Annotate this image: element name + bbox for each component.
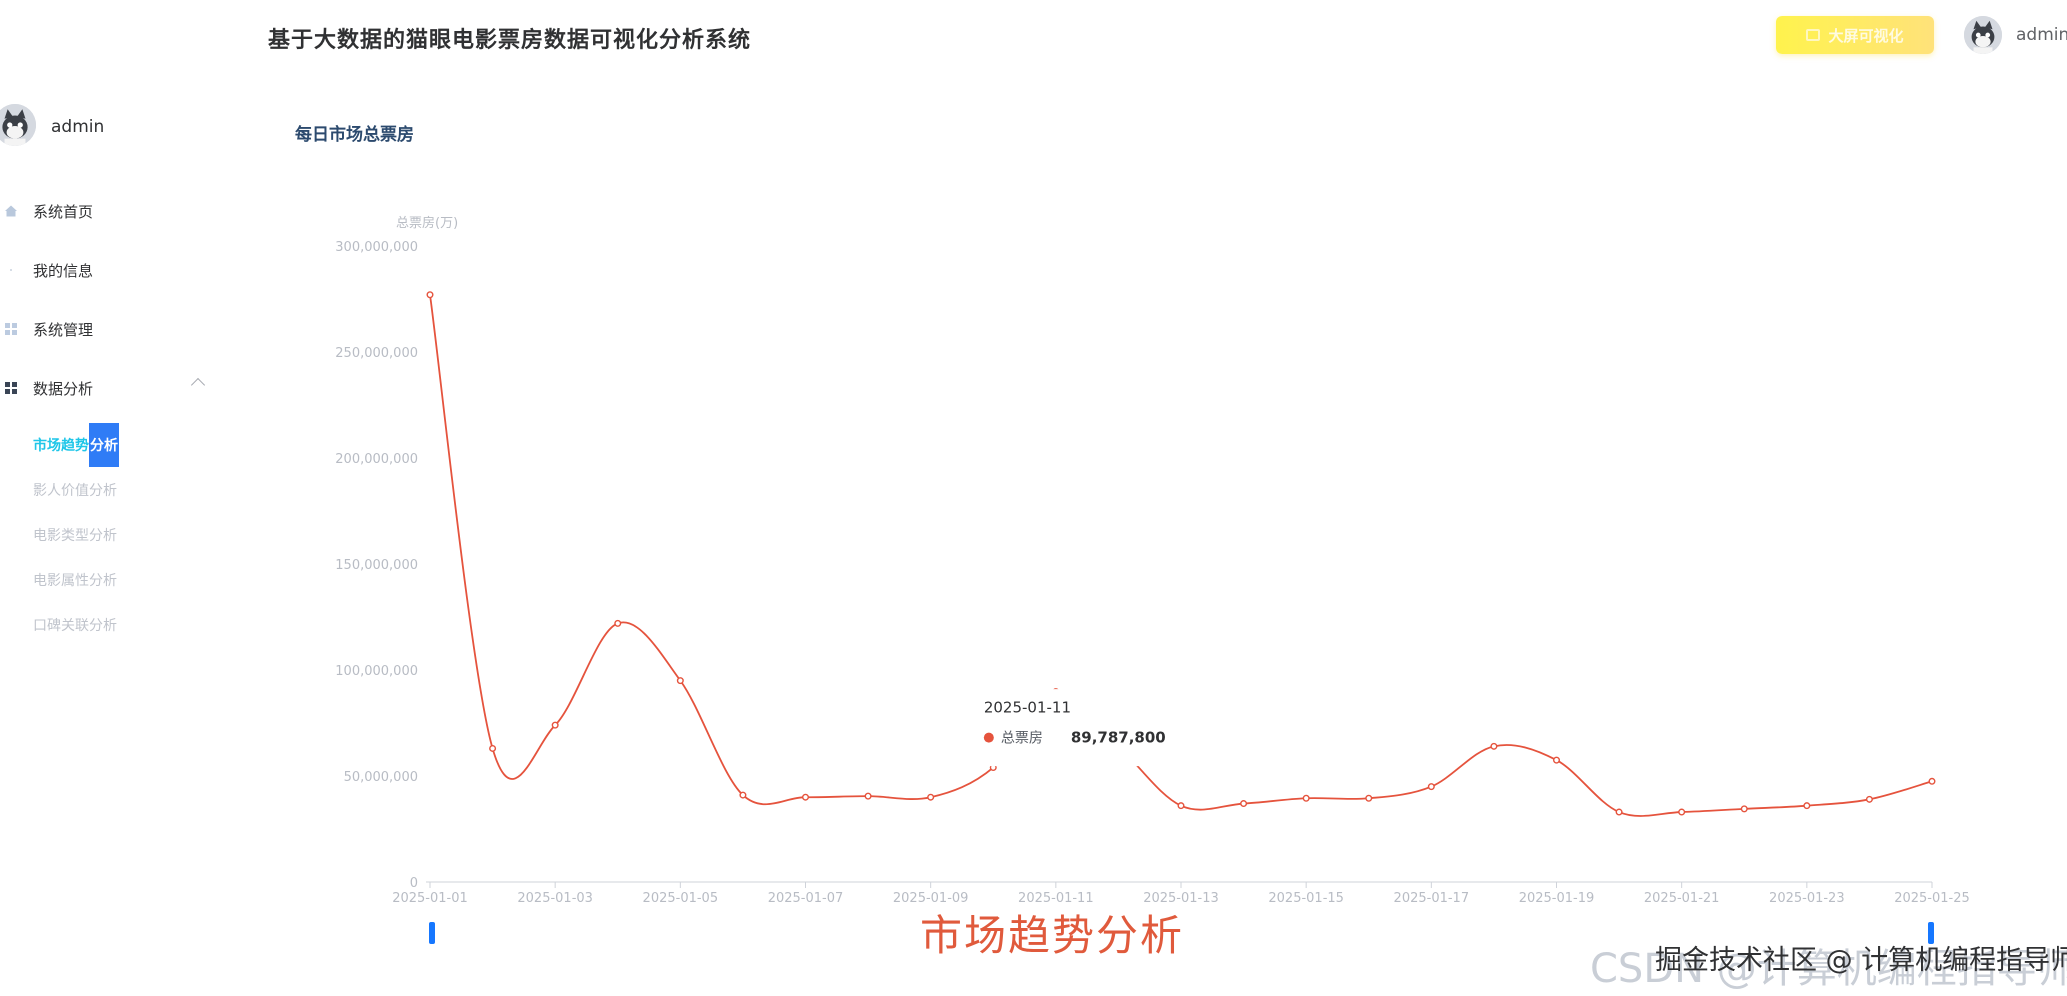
submenu-label: 电影属性分析 (33, 573, 117, 589)
sidebar: admin 系统首页 我的信息 系统管理 数据分析 市场趋势 分析 影人价值分析… (0, 72, 210, 996)
tooltip-value: 89,787,800 (1071, 729, 1166, 747)
bigscreen-button-label: 大屏可视化 (1828, 26, 1904, 45)
sidebar-item-my-info[interactable]: 我的信息 (0, 250, 210, 290)
sidebar-item-label: 我的信息 (33, 261, 94, 280)
submenu-item-genre[interactable]: 电影类型分析 (33, 523, 117, 547)
data-point (1928, 777, 1936, 785)
data-point (1740, 805, 1748, 813)
y-axis-title: 总票房(万) (396, 215, 458, 231)
data-point (551, 721, 559, 729)
data-point (1490, 742, 1498, 750)
section-title: 每日市场总票房 (295, 125, 414, 145)
sidebar-item-system-management[interactable]: 系统管理 (0, 309, 210, 349)
data-point (1302, 794, 1310, 802)
app-title: 基于大数据的猫眼电影票房数据可视化分析系统 (268, 28, 752, 53)
x-tick-label: 2025-01-25 (1894, 891, 1970, 906)
submenu-label: 电影类型分析 (33, 528, 117, 544)
data-point (1552, 756, 1560, 764)
x-tick-label: 2025-01-07 (768, 891, 844, 906)
x-tick-label: 2025-01-23 (1769, 891, 1845, 906)
overlay-caption: 市场趋势分析 (920, 911, 1185, 960)
submenu-item-attributes[interactable]: 电影属性分析 (33, 568, 117, 592)
tooltip-date: 2025-01-11 (984, 699, 1071, 717)
chevron-up-icon (190, 377, 206, 393)
y-tick-label: 0 (410, 876, 418, 891)
tooltip-series-name: 总票房 (1001, 731, 1043, 747)
submenu-item-talent-value[interactable]: 影人价值分析 (33, 478, 117, 502)
bigscreen-button[interactable]: 大屏可视化 (1776, 16, 1934, 54)
x-tick-label: 2025-01-15 (1268, 891, 1344, 906)
user-icon (4, 263, 18, 277)
data-point (1365, 794, 1373, 802)
sidebar-item-data-analysis[interactable]: 数据分析 (0, 368, 210, 408)
tooltip-marker (983, 732, 994, 743)
data-point (1678, 808, 1686, 816)
submenu-label-part2: 分析 (89, 423, 119, 467)
data-point (1803, 802, 1811, 810)
data-point (1240, 800, 1248, 808)
grid-icon (4, 322, 18, 336)
sidebar-username: admin (51, 117, 105, 137)
x-tick-label: 2025-01-05 (643, 891, 719, 906)
sidebar-item-home[interactable]: 系统首页 (0, 191, 210, 231)
y-tick-label: 300,000,000 (335, 240, 418, 255)
data-point (1177, 802, 1185, 810)
sidebar-item-label: 系统首页 (33, 202, 94, 221)
top-header: 基于大数据的猫眼电影票房数据可视化分析系统 大屏可视化 admin (0, 0, 2067, 72)
series-line (429, 294, 1933, 817)
data-point (1427, 783, 1435, 791)
data-point (614, 619, 622, 627)
y-tick-label: 250,000,000 (335, 346, 418, 361)
cat-avatar-icon (1964, 16, 2002, 54)
y-tick-label: 150,000,000 (335, 558, 418, 573)
sidebar-item-label: 数据分析 (33, 379, 94, 398)
data-point (802, 793, 810, 801)
x-tick-label: 2025-01-03 (517, 891, 593, 906)
data-point (426, 291, 434, 299)
submenu-label: 口碑关联分析 (33, 618, 117, 634)
data-point (676, 677, 684, 685)
data-point (864, 792, 872, 800)
home-icon (4, 204, 18, 218)
submenu-label: 影人价值分析 (33, 483, 117, 499)
data-point (1615, 808, 1623, 816)
line-chart: 总票房(万) 0 50,000,000 100,000,000 150,000,000 2… (335, 215, 1970, 906)
y-tick-label: 200,000,000 (335, 452, 418, 467)
x-tick-label: 2025-01-21 (1644, 891, 1720, 906)
sidebar-avatar (0, 104, 36, 146)
submenu-item-market-trend[interactable]: 市场趋势 分析 (33, 423, 119, 467)
data-point (927, 793, 935, 801)
y-tick-label: 50,000,000 (344, 770, 418, 785)
x-tick-label: 2025-01-01 (392, 891, 468, 906)
monitor-icon (1806, 29, 1821, 41)
data-point (739, 791, 747, 799)
avatar[interactable] (1964, 16, 2002, 54)
x-tick-label: 2025-01-19 (1519, 891, 1595, 906)
data-point (489, 744, 497, 752)
y-tick-label: 100,000,000 (335, 664, 418, 679)
datazoom-left-handle[interactable] (429, 922, 435, 944)
header-username[interactable]: admin (2016, 25, 2067, 45)
cat-avatar-icon (0, 104, 36, 146)
submenu-label-part1: 市场趋势 (33, 438, 89, 454)
grid-icon (4, 381, 18, 395)
data-point (1865, 795, 1873, 803)
sidebar-item-label: 系统管理 (33, 320, 94, 339)
watermark-juejin: 掘金技术社区 @ 计算机编程指导师 (1655, 945, 2067, 976)
app-root: 基于大数据的猫眼电影票房数据可视化分析系统 大屏可视化 admin admin … (0, 0, 2067, 996)
x-tick-label: 2025-01-17 (1394, 891, 1470, 906)
submenu-item-reputation[interactable]: 口碑关联分析 (33, 613, 117, 637)
